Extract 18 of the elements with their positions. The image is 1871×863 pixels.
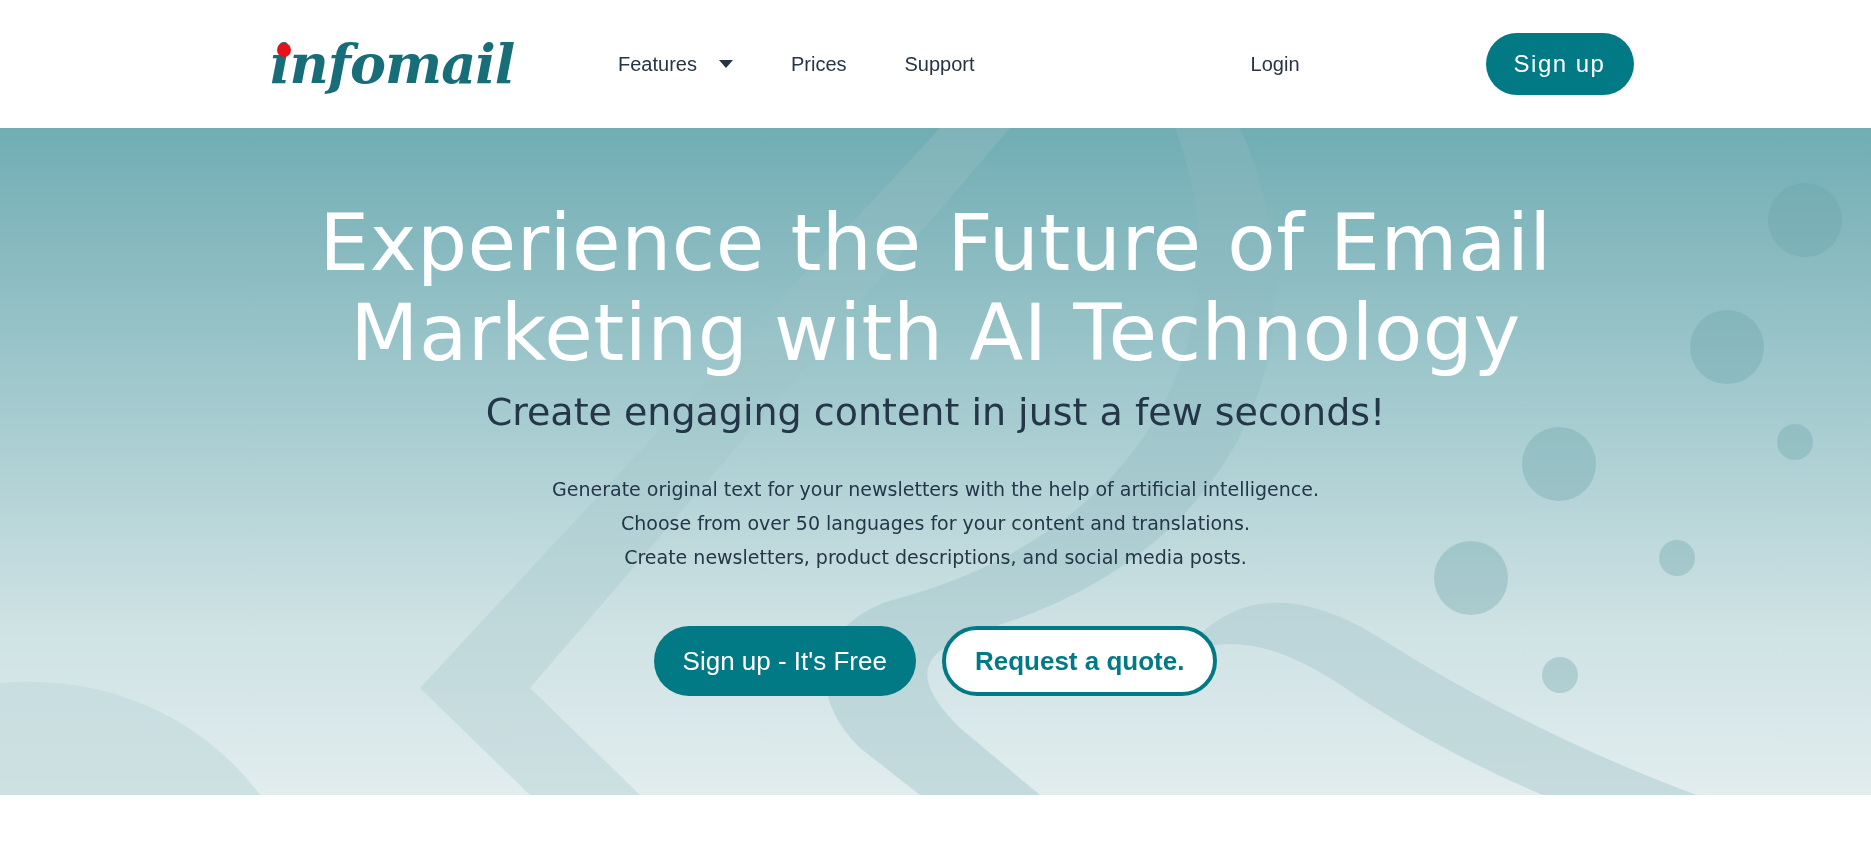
hero-subtitle: Create engaging content in just a few seconds! xyxy=(485,390,1386,434)
nav-link[interactable]: Features xyxy=(618,52,733,76)
decoration-circle xyxy=(1777,424,1813,460)
signup-free-button[interactable]: Sign up - It's Free xyxy=(653,626,916,696)
logo-dot-icon xyxy=(276,42,292,58)
description-line: Generate original text for your newsletters with the help of artificial intelligence. xyxy=(552,477,1319,502)
quote-button[interactable]: Request a quote. xyxy=(941,626,1218,696)
hero-title: Experience the Future of Email Marketing with AI Technology xyxy=(319,198,1552,378)
decoration-circle xyxy=(1659,540,1695,576)
decoration-circle xyxy=(1542,657,1578,693)
description-line: Choose from over 50 languages for your content and translations. xyxy=(620,511,1250,536)
caret-icon xyxy=(718,60,733,68)
nav-link[interactable]: Support xyxy=(904,52,975,76)
login-link[interactable]: Login xyxy=(1250,52,1300,76)
signup-button[interactable]: Sign up xyxy=(1485,33,1634,95)
logo[interactable]: infomail xyxy=(270,32,515,96)
nav-link[interactable]: Prices xyxy=(790,52,847,76)
description-line: Create newsletters, product descriptions, and social media posts. xyxy=(624,545,1247,570)
